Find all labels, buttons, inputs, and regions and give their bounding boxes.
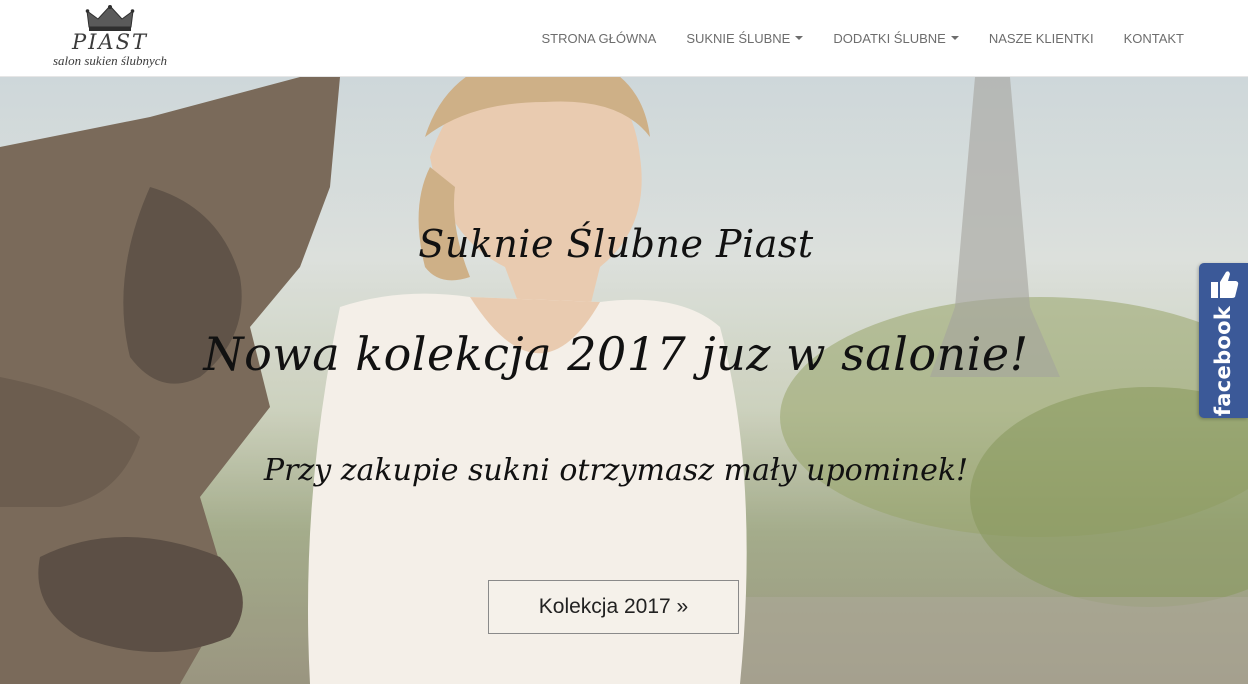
nav-item-contact[interactable]: KONTAKT — [1124, 31, 1184, 46]
nav-item-accessories[interactable]: DODATKI ŚLUBNE — [833, 30, 959, 46]
nav-item-clients[interactable]: NASZE KLIENTKI — [989, 31, 1094, 46]
nav-item-label: STRONA GŁÓWNA — [541, 30, 657, 46]
hero-text: Suknie Ślubne Piast Nowa kolekcja 2017 j… — [0, 77, 1248, 684]
facebook-tab[interactable]: facebook — [1199, 263, 1248, 418]
nav-item-label: KONTAKT — [1123, 30, 1184, 46]
nav-item-label: NASZE KLIENTKI — [988, 30, 1094, 46]
facebook-label: facebook — [1211, 305, 1235, 417]
nav-item-label: DODATKI ŚLUBNE — [833, 30, 946, 46]
brand-tagline: salon sukien ślubnych — [52, 53, 168, 68]
crown-icon — [85, 5, 135, 31]
nav-item-wedding-dresses[interactable]: SUKNIE ŚLUBNE — [686, 30, 804, 46]
collection-button[interactable]: Kolekcja 2017 » — [488, 580, 739, 634]
hero-banner: Suknie Ślubne Piast Nowa kolekcja 2017 j… — [0, 77, 1248, 684]
nav-item-home[interactable]: STRONA GŁÓWNA — [541, 31, 656, 46]
brand-name: PIAST — [72, 30, 148, 54]
caret-down-icon — [795, 36, 804, 40]
hero-heading: Nowa kolekcja 2017 juz w salonie! — [203, 327, 1029, 381]
top-navbar: PIAST salon sukien ślubnych STRONA GŁÓWN… — [0, 0, 1248, 77]
thumbs-up-icon — [1211, 271, 1239, 298]
caret-down-icon — [950, 36, 959, 40]
nav-item-label: SUKNIE ŚLUBNE — [686, 30, 791, 46]
hero-subtitle: Przy zakupie sukni otrzymasz mały upomin… — [263, 453, 969, 488]
main-nav: STRONA GŁÓWNA SUKNIE ŚLUBNE DODATKI ŚLUB… — [541, 0, 1184, 76]
brand-logo[interactable]: PIAST salon sukien ślubnych — [44, 3, 176, 71]
hero-title: Suknie Ślubne Piast — [418, 222, 814, 266]
